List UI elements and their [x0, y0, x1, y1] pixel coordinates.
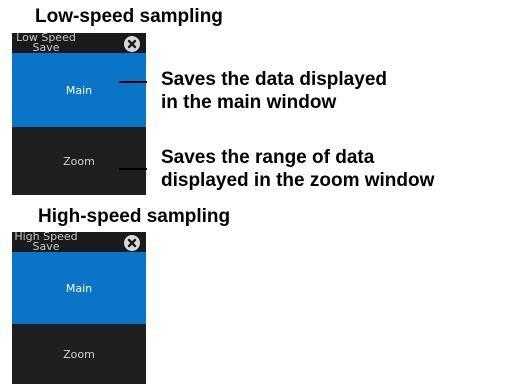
callout-main-line2: in the main window — [161, 92, 337, 113]
option-zoom[interactable]: Zoom — [12, 127, 146, 195]
callout-line-zoom — [119, 168, 147, 170]
callout-zoom-line2: displayed in the zoom window — [161, 170, 435, 191]
callout-zoom: Saves the range of data displayed in the… — [161, 146, 434, 192]
option-main-label: Main — [65, 281, 93, 295]
panel-header: High Speed Save Range — [12, 231, 146, 262]
callout-main: Saves the data displayed in the main win… — [161, 68, 387, 114]
callout-main-line1: Saves the data displayed — [161, 69, 387, 90]
close-icon — [127, 39, 137, 49]
close-button[interactable] — [124, 235, 140, 251]
option-zoom-label: Zoom — [63, 154, 95, 168]
high-speed-save-range-panel: High Speed Save Range Main Zoom — [12, 231, 146, 384]
callout-zoom-line1: Saves the range of data — [161, 147, 375, 168]
close-icon — [127, 238, 137, 248]
close-button[interactable] — [124, 36, 140, 52]
option-zoom-label: Zoom — [63, 347, 95, 361]
option-main[interactable]: Main — [12, 53, 146, 127]
panel-header: Low Speed Save Range — [12, 32, 146, 63]
option-main[interactable]: Main — [12, 252, 146, 324]
option-main-label: Main — [65, 83, 93, 97]
high-speed-heading: High-speed sampling — [38, 206, 231, 227]
option-zoom[interactable]: Zoom — [12, 324, 146, 384]
low-speed-save-range-panel: Low Speed Save Range Main Zoom — [12, 32, 146, 195]
low-speed-heading: Low-speed sampling — [35, 6, 223, 27]
callout-line-main — [119, 81, 147, 83]
